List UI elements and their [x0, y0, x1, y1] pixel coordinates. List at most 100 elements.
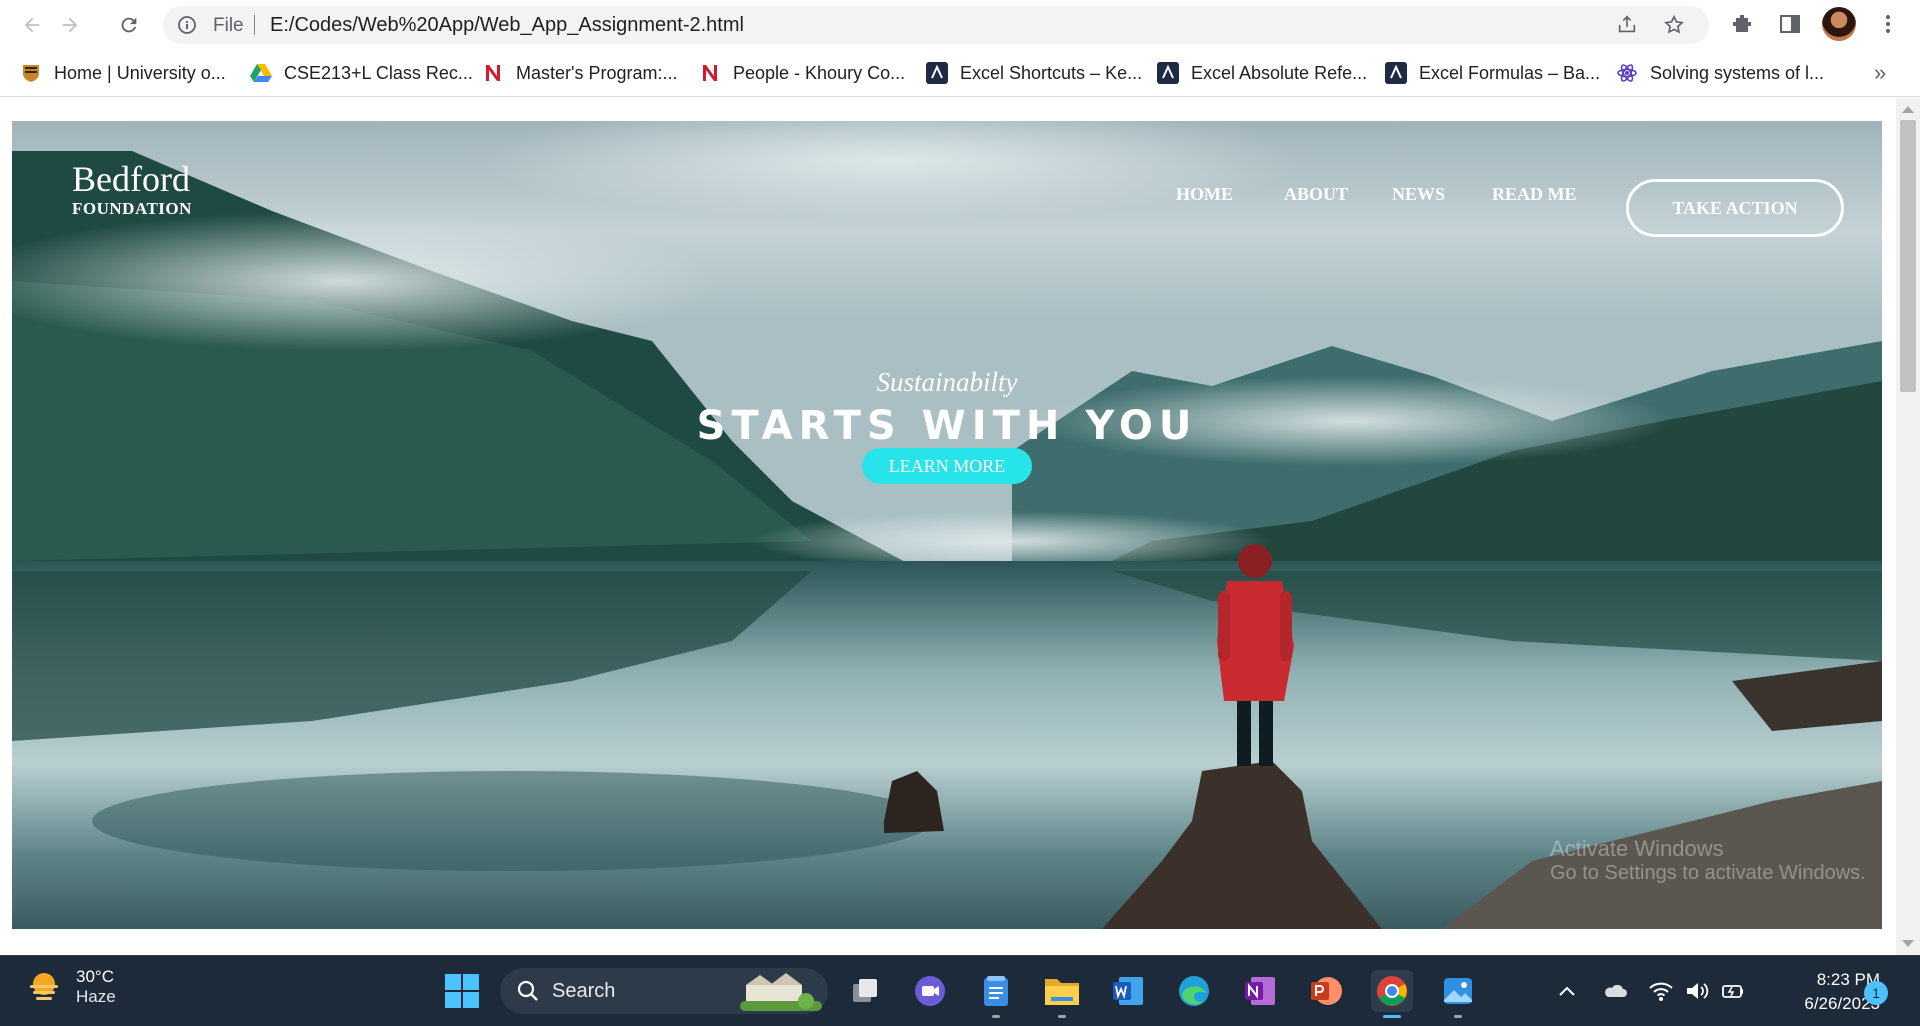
scrollbar-thumb[interactable] [1900, 120, 1916, 392]
back-button[interactable] [15, 8, 49, 42]
bookmark-item[interactable]: CSE213+L Class Rec... [250, 59, 473, 87]
notepad-icon [984, 976, 1008, 1006]
bookmark-item[interactable]: Solving systems of l... [1616, 59, 1824, 87]
reload-button[interactable] [112, 8, 146, 42]
watermark-title: Activate Windows [1550, 836, 1724, 861]
clock-date: 6/26/2023 [1804, 994, 1880, 1013]
battery-charging-icon[interactable] [1720, 978, 1746, 1004]
word-button[interactable] [1107, 970, 1149, 1012]
bookmark-item[interactable]: Excel Absolute Refe... [1157, 59, 1367, 87]
tagline-script: Sustainabilty [876, 367, 1018, 397]
browser-toolbar: File E:/Codes/Web%20App/Web_App_Assignme… [0, 0, 1920, 50]
search-label: Search [552, 979, 616, 1002]
bookmark-label: CSE213+L Class Rec... [284, 62, 473, 83]
omnibox-separator [254, 15, 255, 35]
nav-about[interactable]: ABOUT [1284, 184, 1348, 205]
active-indicator [1383, 1015, 1401, 1018]
side-panel-icon[interactable] [1778, 12, 1802, 36]
teams-button[interactable] [909, 970, 951, 1012]
northeastern-n-icon [699, 62, 721, 84]
scroll-up-icon[interactable] [1902, 106, 1914, 113]
menu-kebab-icon[interactable] [1876, 12, 1900, 36]
system-clock[interactable]: 8:23 PM 6/26/2023 [1760, 968, 1880, 1016]
exceljet-icon [1385, 62, 1407, 84]
powerpoint-button[interactable] [1305, 970, 1347, 1012]
bookmark-item[interactable]: Excel Shortcuts – Ke... [926, 59, 1142, 87]
running-indicator [1058, 1015, 1066, 1018]
wifi-icon[interactable] [1648, 978, 1674, 1004]
nav-news[interactable]: NEWS [1392, 184, 1445, 205]
lake-landscape-image [12, 121, 1882, 929]
star-icon[interactable] [1663, 14, 1685, 36]
shield-icon [20, 62, 42, 84]
activate-windows-watermark: Activate Windows Go to Settings to activ… [1550, 836, 1866, 885]
google-drive-icon [250, 62, 272, 84]
running-indicator [1454, 1015, 1462, 1018]
windows-taskbar: 30°C Haze Search 8:23 PM 6/26/2023 1 [0, 955, 1920, 1026]
bookmark-item[interactable]: People - Khoury Co... [699, 59, 905, 87]
learn-more-button[interactable]: LEARN MORE [862, 448, 1032, 484]
bookmark-item[interactable]: Master's Program:... [482, 59, 677, 87]
exceljet-icon [1157, 62, 1179, 84]
profile-avatar[interactable] [1822, 7, 1856, 41]
notification-badge[interactable]: 1 [1864, 981, 1888, 1005]
nav-read-me[interactable]: READ ME [1492, 184, 1577, 205]
watermark-text: Go to Settings to activate Windows. [1550, 862, 1866, 884]
edge-button[interactable] [1173, 970, 1215, 1012]
task-view-button[interactable] [844, 970, 886, 1012]
page-viewport: Bedford FOUNDATION HOME ABOUT NEWS READ … [0, 98, 1920, 955]
vertical-scrollbar[interactable] [1896, 98, 1920, 955]
photos-button[interactable] [1437, 970, 1479, 1018]
northeastern-n-icon [482, 62, 504, 84]
chevron-up-icon[interactable] [1554, 978, 1580, 1004]
word-icon [1113, 977, 1143, 1005]
weather-widget[interactable]: 30°C Haze [26, 967, 116, 1007]
back-arrow-icon [24, 17, 40, 33]
edge-icon [1179, 976, 1209, 1006]
photos-icon [1444, 978, 1472, 1004]
atom-icon [1616, 62, 1638, 84]
bookmark-label: Excel Absolute Refe... [1191, 62, 1368, 83]
hero-section: Bedford FOUNDATION HOME ABOUT NEWS READ … [12, 121, 1882, 929]
notepad-button[interactable] [975, 970, 1017, 1018]
start-button[interactable] [441, 970, 483, 1012]
hero-headline: STARTS WITH YOU [696, 403, 1198, 449]
weather-temperature: 30°C [76, 967, 114, 986]
taskbar-search[interactable]: Search [500, 968, 828, 1014]
start-icon [445, 974, 479, 1008]
bookmark-item[interactable]: Excel Formulas – Ba... [1385, 59, 1600, 87]
onedrive-cloud-icon[interactable] [1602, 978, 1628, 1004]
file-explorer-button[interactable] [1041, 970, 1083, 1018]
bookmark-label: People - Khoury Co... [733, 62, 906, 83]
brand-name: Bedford [72, 159, 190, 199]
info-icon[interactable] [177, 15, 197, 35]
chrome-icon [1377, 976, 1407, 1006]
clock-time: 8:23 PM [1816, 970, 1880, 989]
nav-home[interactable]: HOME [1176, 184, 1233, 205]
reload-icon [121, 17, 137, 33]
onenote-button[interactable] [1239, 970, 1281, 1012]
teams-icon [915, 976, 945, 1006]
volume-icon[interactable] [1684, 978, 1710, 1004]
take-action-button[interactable]: TAKE ACTION [1626, 179, 1844, 237]
scroll-down-icon[interactable] [1902, 940, 1914, 947]
exceljet-icon [926, 62, 948, 84]
scheme-label: File [213, 15, 244, 36]
bookmark-label: Home | University o... [54, 62, 226, 83]
more-bookmarks-button[interactable]: » [1874, 60, 1886, 86]
bookmark-label: Master's Program:... [516, 62, 678, 83]
extensions-icon[interactable] [1730, 12, 1754, 36]
forward-button[interactable] [53, 8, 87, 42]
url-text[interactable]: E:/Codes/Web%20App/Web_App_Assignment-2.… [270, 14, 744, 37]
bookmark-label: Solving systems of l... [1650, 62, 1825, 83]
chrome-button[interactable] [1371, 970, 1413, 1018]
file-explorer-icon [1045, 979, 1079, 1005]
haze-sun-icon [30, 973, 58, 1000]
bookmark-label: Excel Shortcuts – Ke... [960, 62, 1143, 83]
share-icon[interactable] [1616, 14, 1638, 36]
site-logo[interactable]: Bedford FOUNDATION [72, 159, 192, 219]
running-indicator [992, 1015, 1000, 1018]
task-view-icon [853, 979, 877, 1002]
address-bar[interactable]: File E:/Codes/Web%20App/Web_App_Assignme… [163, 6, 1709, 44]
bookmark-item[interactable]: Home | University o... [20, 59, 226, 87]
